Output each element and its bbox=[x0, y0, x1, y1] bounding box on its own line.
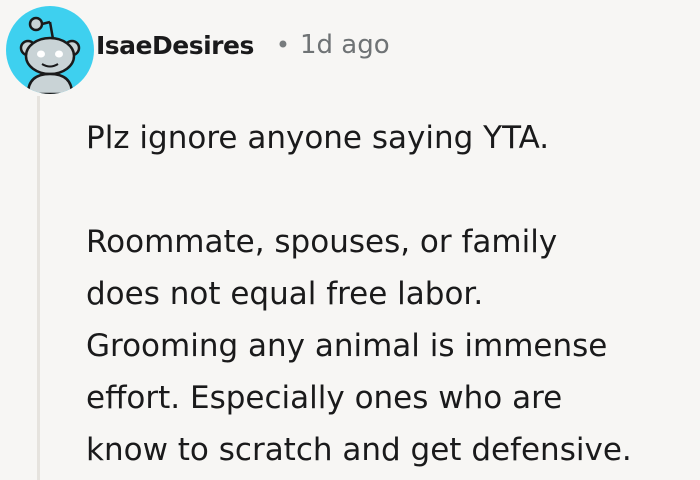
username-link[interactable]: IsaeDesires bbox=[96, 31, 254, 60]
timestamp[interactable]: 1d ago bbox=[300, 30, 390, 60]
comment-line: Grooming any animal is immense bbox=[86, 328, 608, 364]
comment: IsaeDesires • 1d ago Plz ignore anyone s… bbox=[0, 0, 700, 480]
comment-body: Plz ignore anyone saying YTA. Roommate, … bbox=[86, 112, 691, 476]
reddit-snoo-avatar-icon bbox=[19, 16, 81, 94]
comment-line: does not equal free labor. bbox=[86, 276, 484, 312]
comment-line: Roommate, spouses, or family bbox=[86, 224, 558, 260]
comment-paragraph: Plz ignore anyone saying YTA. bbox=[86, 120, 550, 156]
comment-meta: IsaeDesires • 1d ago bbox=[96, 22, 390, 68]
avatar[interactable] bbox=[6, 6, 94, 94]
comment-line: effort. Especially ones who are bbox=[86, 380, 563, 416]
separator-dot: • bbox=[275, 31, 290, 59]
thread-line[interactable] bbox=[37, 96, 40, 480]
comment-line: know to scratch and get defensive. bbox=[86, 432, 632, 468]
